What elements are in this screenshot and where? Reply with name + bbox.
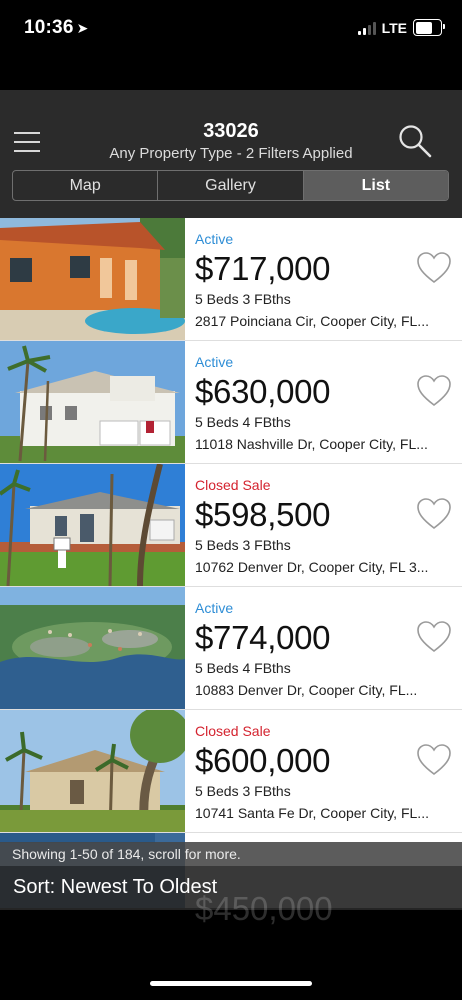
tab-map[interactable]: Map: [13, 171, 159, 200]
status-time: 10:36 ➤: [24, 17, 89, 39]
tab-list[interactable]: List: [303, 171, 448, 200]
favorite-heart-icon[interactable]: [416, 251, 452, 285]
cellular-signal-icon: [357, 21, 376, 35]
battery-icon: [413, 19, 445, 36]
listing-status: Active: [195, 600, 234, 616]
search-title: 33026: [203, 120, 259, 142]
listing-photo[interactable]: [0, 218, 185, 340]
listing-address: 10762 Denver Dr, Cooper City, FL 3...: [195, 559, 429, 575]
favorite-heart-icon[interactable]: [416, 620, 452, 654]
listing-photo[interactable]: [0, 587, 185, 709]
listing-row[interactable]: Active $717,000 5 Beds 3 FBths 2817 Poin…: [0, 218, 462, 341]
search-icon[interactable]: [398, 124, 432, 158]
favorite-heart-icon[interactable]: [416, 374, 452, 408]
view-mode-tabs: Map Gallery List: [12, 170, 449, 201]
listing-photo[interactable]: [0, 710, 185, 832]
listing-status: Closed Sale: [195, 723, 271, 739]
favorite-heart-icon[interactable]: [416, 497, 452, 531]
listing-beds-baths: 5 Beds 4 FBths: [195, 414, 291, 430]
favorite-heart-icon[interactable]: [416, 743, 452, 777]
listing-row[interactable]: Active $774,000 5 Beds 4 FBths 10883 Den…: [0, 587, 462, 710]
listing-price: $600,000: [195, 742, 331, 779]
results-count-bar: Showing 1-50 of 184, scroll for more.: [0, 842, 462, 866]
status-indicators: LTE: [357, 19, 445, 36]
listing-list[interactable]: Active $717,000 5 Beds 3 FBths 2817 Poin…: [0, 218, 462, 908]
listing-photo[interactable]: [0, 464, 185, 586]
listing-address: 10741 Santa Fe Dr, Cooper City, FL...: [195, 805, 429, 821]
results-count-text: Showing 1-50 of 184, scroll for more.: [12, 846, 241, 862]
home-indicator[interactable]: [150, 981, 312, 986]
listing-price: $598,500: [195, 496, 331, 533]
listing-status: Active: [195, 354, 234, 370]
location-arrow-icon: ➤: [76, 20, 89, 36]
network-label: LTE: [381, 19, 407, 36]
listing-address: 11018 Nashville Dr, Cooper City, FL...: [195, 436, 428, 452]
listing-address: 2817 Poinciana Cir, Cooper City, FL...: [195, 313, 429, 329]
list-footer: Showing 1-50 of 184, scroll for more. $4…: [0, 842, 462, 927]
listing-price: $717,000: [195, 250, 331, 287]
listing-beds-baths: 5 Beds 3 FBths: [195, 537, 291, 553]
listing-beds-baths: 5 Beds 3 FBths: [195, 291, 291, 307]
listing-status: Closed Sale: [195, 477, 271, 493]
listing-row[interactable]: Closed Sale $598,500 5 Beds 3 FBths 1076…: [0, 464, 462, 587]
clock-text: 10:36: [24, 17, 74, 38]
tab-gallery[interactable]: Gallery: [158, 171, 304, 200]
listing-photo[interactable]: [0, 341, 185, 463]
status-bar: 10:36 ➤ LTE: [0, 0, 462, 60]
listing-address: 10883 Denver Dr, Cooper City, FL...: [195, 682, 418, 698]
listing-status: Active: [195, 231, 234, 247]
sort-bar[interactable]: $450,000 Sort: Newest To Oldest: [0, 866, 462, 927]
sort-label[interactable]: Sort: Newest To Oldest: [13, 876, 217, 899]
listing-beds-baths: 5 Beds 4 FBths: [195, 660, 291, 676]
listing-price: $774,000: [195, 619, 331, 656]
listing-beds-baths: 5 Beds 3 FBths: [195, 783, 291, 799]
listing-row[interactable]: Active $630,000 5 Beds 4 FBths 11018 Nas…: [0, 341, 462, 464]
listing-price: $630,000: [195, 373, 331, 410]
app-header: 33026 Any Property Type - 2 Filters Appl…: [0, 90, 462, 218]
listing-row[interactable]: Closed Sale $600,000 5 Beds 3 FBths 1074…: [0, 710, 462, 833]
filter-summary[interactable]: Any Property Type - 2 Filters Applied: [0, 145, 462, 162]
